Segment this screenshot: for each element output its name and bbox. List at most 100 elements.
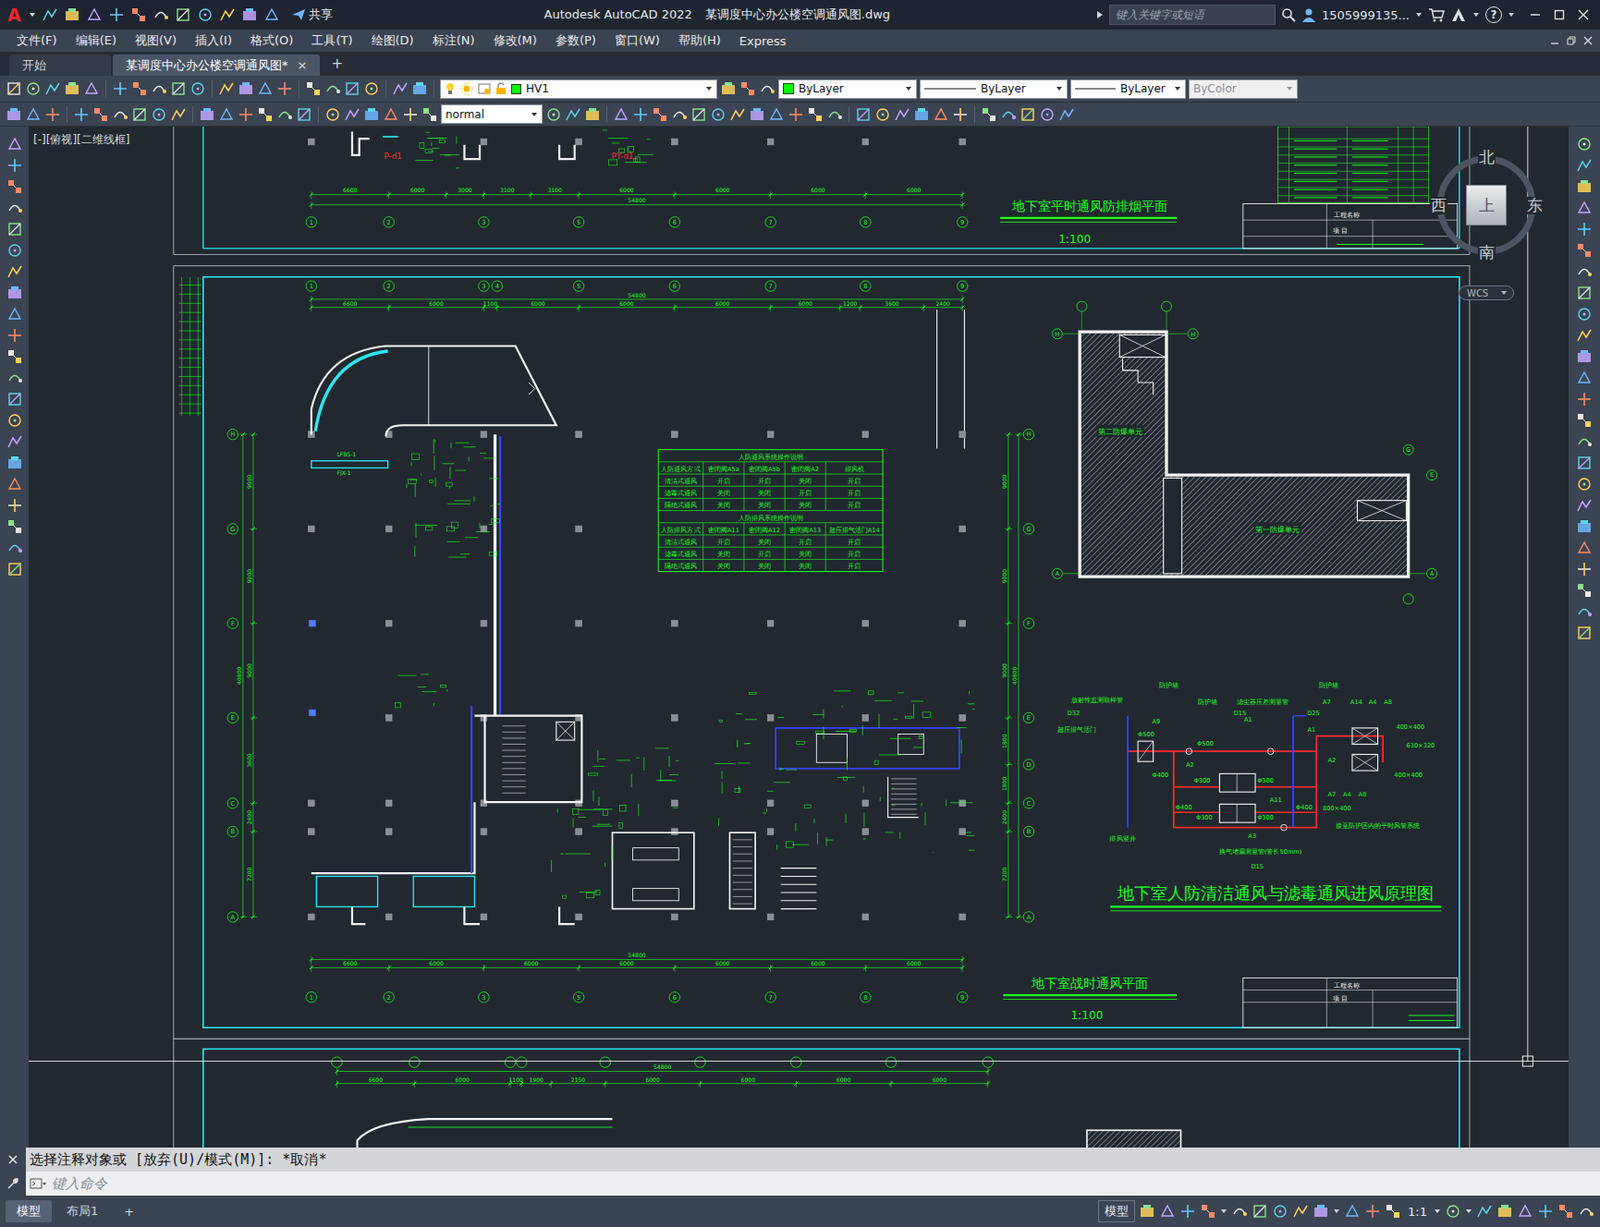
tool-icon[interactable] — [1575, 135, 1593, 153]
linetype-dropdown[interactable]: ByLayer — [919, 79, 1068, 99]
tool-icon[interactable] — [382, 106, 400, 123]
tool-icon[interactable] — [363, 80, 380, 98]
tool-icon[interactable] — [1575, 539, 1593, 557]
menu-item[interactable]: 绘图(D) — [362, 32, 424, 49]
tool-icon[interactable] — [1575, 454, 1593, 472]
tool-icon[interactable] — [152, 6, 170, 24]
tool-icon[interactable] — [1199, 1203, 1217, 1221]
tool-icon[interactable] — [6, 412, 24, 429]
tool-icon[interactable] — [237, 106, 255, 123]
tool-icon[interactable] — [6, 390, 24, 408]
tool-icon[interactable] — [1575, 433, 1593, 451]
tool-icon[interactable] — [241, 6, 258, 24]
new-layout-button[interactable]: + — [112, 1202, 146, 1222]
tool-icon[interactable] — [1292, 1203, 1309, 1221]
tool-icon[interactable] — [6, 539, 24, 557]
tool-icon[interactable] — [690, 106, 708, 123]
linetype-value[interactable]: ByLayer — [980, 82, 1051, 96]
tool-icon[interactable] — [6, 561, 24, 578]
tool-icon[interactable] — [709, 106, 727, 123]
tool-icon[interactable] — [952, 106, 969, 123]
tool-icon[interactable] — [6, 157, 24, 174]
lineweight-dropdown[interactable]: ByLayer — [1070, 79, 1186, 99]
menu-item[interactable]: 插入(I) — [185, 32, 242, 49]
tool-icon[interactable] — [402, 106, 419, 123]
tool-icon[interactable] — [363, 106, 380, 123]
ucs-menu[interactable]: WCS — [1458, 285, 1515, 301]
tool-icon[interactable] — [6, 327, 24, 344]
tool-icon[interactable] — [111, 80, 129, 98]
tool-icon[interactable] — [24, 80, 42, 98]
tool-icon[interactable] — [1575, 390, 1593, 408]
search-field[interactable] — [1109, 4, 1276, 25]
tool-icon[interactable] — [1516, 1203, 1534, 1221]
tool-icon[interactable] — [263, 6, 281, 24]
tool-icon[interactable] — [1575, 603, 1593, 621]
tool-icon[interactable] — [5, 106, 23, 123]
tool-icon[interactable] — [63, 6, 81, 24]
tool-icon[interactable] — [295, 106, 313, 123]
tool-icon[interactable] — [6, 476, 24, 493]
tool-icon[interactable] — [6, 369, 24, 387]
tool-icon[interactable] — [1577, 1203, 1595, 1221]
tool-icon[interactable] — [1575, 369, 1593, 387]
tool-icon[interactable] — [391, 80, 409, 98]
color-dropdown[interactable]: ByLayer — [778, 79, 917, 99]
tool-icon[interactable] — [6, 433, 24, 451]
tool-icon[interactable] — [343, 106, 361, 123]
tool-icon[interactable] — [584, 106, 601, 123]
annotation-scale[interactable]: 1:1 — [1404, 1205, 1430, 1220]
maximize-icon[interactable] — [1553, 9, 1565, 21]
tool-icon[interactable] — [1019, 106, 1037, 123]
tool-icon[interactable] — [174, 6, 192, 24]
caret-down-icon[interactable] — [1173, 85, 1182, 93]
tool-icon[interactable] — [170, 106, 187, 123]
tool-icon[interactable] — [6, 263, 24, 281]
tool-icon[interactable] — [1251, 1203, 1269, 1221]
tool-icon[interactable] — [893, 106, 911, 123]
tool-icon[interactable] — [720, 80, 737, 98]
tool-icon[interactable] — [806, 106, 824, 123]
compass-label[interactable]: 东 — [1526, 196, 1544, 215]
caret-down-icon[interactable] — [1465, 1208, 1473, 1216]
tool-icon[interactable] — [913, 106, 930, 123]
tool-icon[interactable] — [219, 6, 236, 24]
app-logo[interactable]: A — [5, 4, 24, 25]
tool-icon[interactable] — [198, 106, 216, 123]
caret-down-icon[interactable] — [705, 85, 713, 93]
tool-icon[interactable] — [324, 106, 342, 123]
tool-icon[interactable] — [6, 497, 24, 514]
tool-icon[interactable] — [150, 80, 168, 98]
share-label[interactable]: 共享 — [308, 6, 333, 24]
tool-icon[interactable] — [1575, 305, 1593, 323]
tool-icon[interactable] — [1575, 242, 1593, 259]
cube-face[interactable]: 上 — [1465, 184, 1507, 226]
menu-item[interactable]: 修改(M) — [484, 32, 547, 49]
caret-down-icon[interactable] — [1472, 11, 1480, 19]
tool-icon[interactable] — [6, 284, 24, 302]
command-prompt-icon[interactable] — [29, 1178, 47, 1190]
tab-label[interactable]: 某调度中心办公楼空调通风图* — [125, 57, 289, 74]
cart-icon[interactable] — [1428, 7, 1445, 23]
menu-item[interactable]: 帮助(H) — [669, 32, 731, 49]
caret-down-icon[interactable] — [1332, 1208, 1341, 1216]
tool-icon[interactable] — [1138, 1203, 1156, 1221]
tool-icon[interactable] — [1575, 199, 1593, 217]
tool-icon[interactable] — [24, 106, 42, 123]
tool-icon[interactable] — [1343, 1203, 1361, 1221]
tool-icon[interactable] — [1575, 497, 1593, 514]
layout-tab[interactable]: 布局1 — [55, 1200, 110, 1223]
layer-dropdown[interactable]: HV1 — [439, 79, 718, 99]
tool-icon[interactable] — [324, 80, 342, 98]
tool-icon[interactable] — [1364, 1203, 1381, 1221]
search-input[interactable] — [1113, 7, 1271, 23]
user-icon[interactable] — [1301, 7, 1317, 23]
doc-minimize-icon[interactable] — [1550, 36, 1560, 46]
tool-icon[interactable] — [256, 106, 274, 123]
user-name[interactable]: 1505999135... — [1321, 8, 1410, 23]
space-toggle[interactable]: 模型 — [1098, 1200, 1136, 1223]
tool-icon[interactable] — [545, 106, 562, 123]
tool-icon[interactable] — [1575, 348, 1593, 366]
caret-down-icon[interactable] — [1507, 11, 1515, 19]
tool-icon[interactable] — [854, 106, 872, 123]
